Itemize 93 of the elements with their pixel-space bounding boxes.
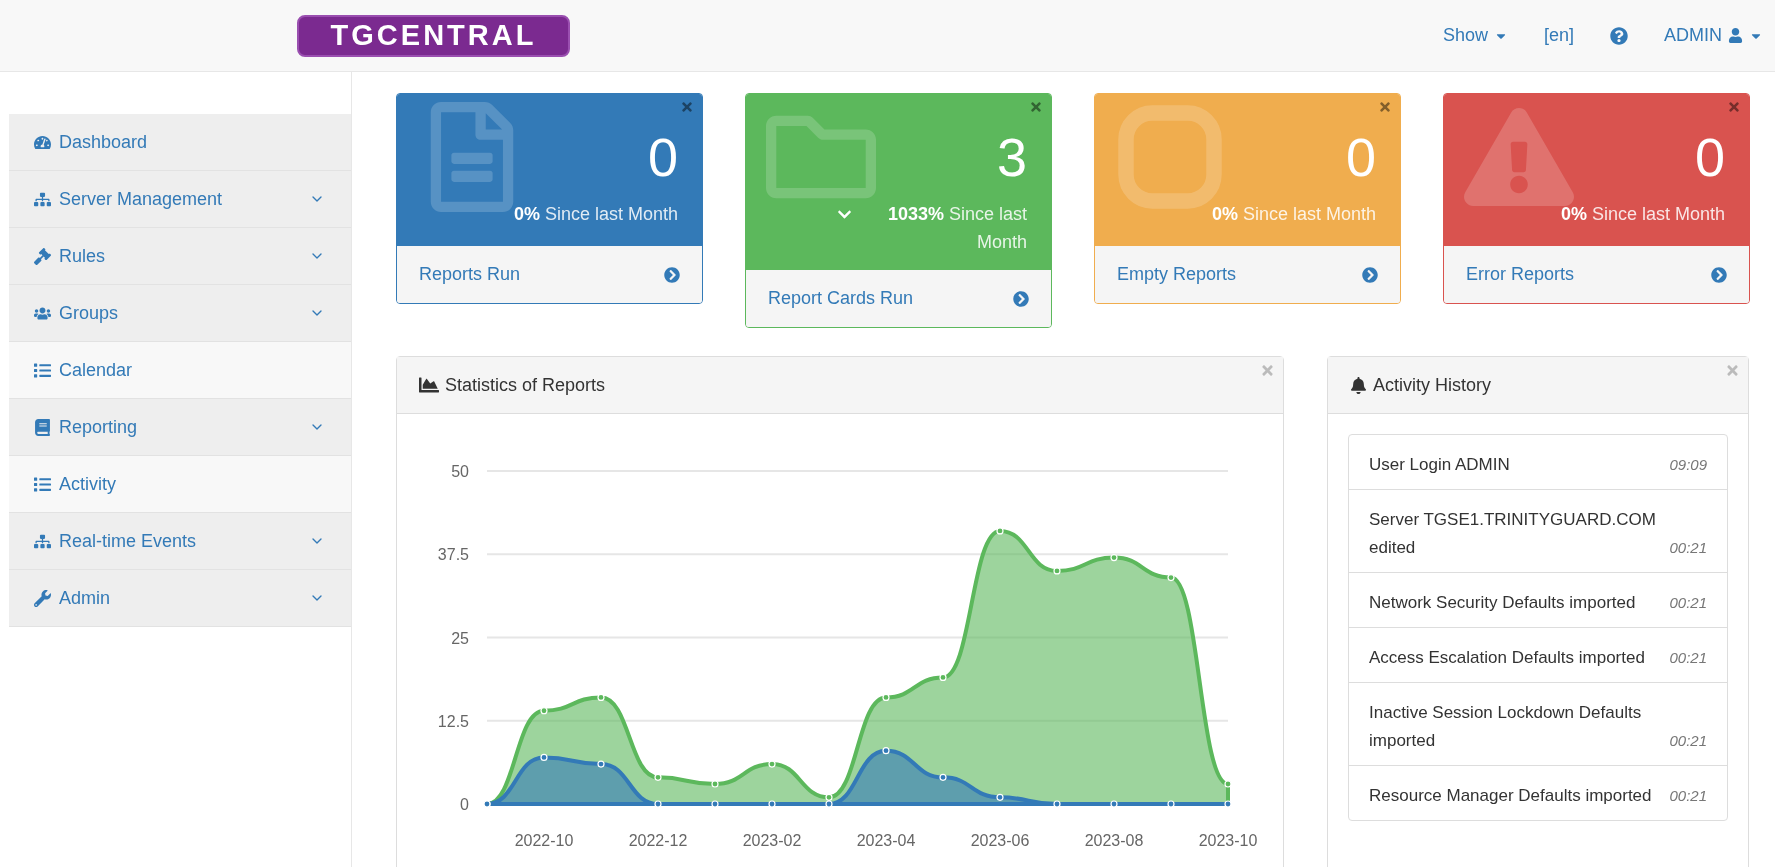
arrow-right-icon: [1013, 290, 1029, 307]
list-icon: [34, 475, 51, 493]
activity-text: Access Escalation Defaults imported: [1369, 647, 1646, 669]
data-point: [540, 753, 548, 761]
data-point: [1224, 800, 1232, 808]
axis-label: 2023-04: [856, 832, 916, 849]
data-point: [768, 760, 776, 768]
change-text: 0% Since last Month: [513, 203, 678, 226]
help-icon[interactable]: [1610, 26, 1628, 45]
activity-text: Resource Manager Defaults imported: [1369, 785, 1653, 807]
panel-title: Activity History: [1373, 374, 1491, 396]
close-icon[interactable]: [1727, 100, 1741, 114]
sidebar-item[interactable]: Dashboard: [9, 114, 351, 171]
wrench-icon: [34, 589, 51, 607]
data-point: [597, 693, 605, 702]
data-point: [1110, 554, 1118, 562]
sidebar-item[interactable]: Server Management: [9, 171, 351, 228]
close-icon[interactable]: [1378, 100, 1392, 114]
data-point: [711, 800, 719, 808]
activity-time: 09:09: [1669, 455, 1707, 475]
gauge-icon: [34, 133, 51, 151]
close-icon[interactable]: [1029, 100, 1043, 114]
data-point: [882, 747, 890, 755]
close-icon[interactable]: [680, 100, 694, 114]
change-text: 0% Since last Month: [1560, 203, 1725, 226]
sidebar-item[interactable]: Reporting: [9, 399, 351, 456]
data-point: [996, 527, 1004, 535]
gavel-icon: [34, 247, 51, 265]
data-point: [654, 800, 662, 808]
stat-count: 0: [647, 130, 678, 184]
sitemap-icon: [34, 190, 51, 208]
data-point: [939, 673, 947, 682]
data-point: [711, 780, 719, 788]
close-icon[interactable]: [1725, 363, 1740, 378]
show-menu[interactable]: Show: [1442, 25, 1508, 46]
axis-label: 12.5: [437, 712, 469, 730]
bell-icon: [1350, 376, 1367, 394]
data-point: [996, 793, 1004, 801]
user-icon: [1728, 28, 1743, 43]
axis-label: 2023-10: [1198, 832, 1258, 849]
axis-label: 2023-08: [1084, 832, 1144, 849]
change-text: 1033% Since last Month: [886, 203, 1027, 254]
data-point: [1053, 800, 1061, 808]
sidebar-item[interactable]: Rules: [9, 228, 351, 285]
activity-time: 00:21: [1669, 648, 1707, 668]
arrow-right-icon: [664, 266, 680, 283]
activity-time: 00:21: [1669, 593, 1707, 613]
close-icon[interactable]: [1260, 363, 1275, 378]
logo[interactable]: TGCENTRAL: [297, 14, 570, 57]
axis-label: 2023-02: [742, 832, 802, 849]
activity-time: 00:21: [1669, 731, 1707, 751]
axis-label: 2022-12: [628, 832, 688, 849]
data-point: [540, 707, 548, 715]
arrow-right-icon: [1362, 266, 1378, 283]
stat-count: 0: [1345, 130, 1376, 184]
activity-text: Inactive Session Lockdown Defaults imported: [1369, 702, 1643, 752]
arrow-right-icon: [1711, 266, 1727, 283]
axis-label: 2022-10: [514, 832, 574, 849]
activity-text: Server TGSE1.TRINITYGUARD.COM edited: [1369, 509, 1657, 559]
data-point: [1167, 800, 1175, 808]
activity-time: 00:21: [1669, 538, 1707, 558]
change-text: 0% Since last Month: [1211, 203, 1376, 226]
data-point: [939, 773, 947, 781]
sidebar-item[interactable]: Real-time Events: [9, 513, 351, 570]
activity-time: 00:21: [1669, 786, 1707, 806]
axis-label: 37.5: [437, 546, 469, 564]
axis-label: 2023-06: [970, 832, 1030, 849]
activity-text: Network Security Defaults imported: [1369, 592, 1637, 614]
sidebar-item[interactable]: Calendar: [9, 342, 351, 399]
sidebar-item[interactable]: Groups: [9, 285, 351, 342]
axis-label: 50: [451, 463, 469, 480]
data-point: [654, 773, 662, 781]
sidebar-item[interactable]: Activity: [9, 456, 351, 513]
data-point: [768, 800, 776, 808]
panel-title: Statistics of Reports: [445, 374, 606, 396]
activity-text: User Login ADMIN: [1369, 454, 1511, 476]
book-icon: [34, 418, 51, 436]
data-point: [597, 760, 605, 768]
stat-count: 3: [996, 130, 1027, 184]
axis-label: 0: [460, 796, 469, 813]
list-icon: [34, 361, 51, 379]
area-chart-icon: [419, 375, 439, 395]
data-point: [1110, 800, 1118, 808]
sidebar-item[interactable]: Admin: [9, 570, 351, 627]
language-link[interactable]: [en]: [1543, 25, 1574, 46]
data-point: [1053, 567, 1061, 575]
data-point: [882, 693, 890, 702]
data-point: [1167, 573, 1175, 582]
user-menu[interactable]: ADMIN: [1664, 25, 1763, 46]
axis-label: 25: [451, 629, 469, 647]
sitemap-icon: [34, 532, 51, 550]
stat-count: 0: [1694, 130, 1725, 184]
data-point: [1224, 780, 1232, 788]
